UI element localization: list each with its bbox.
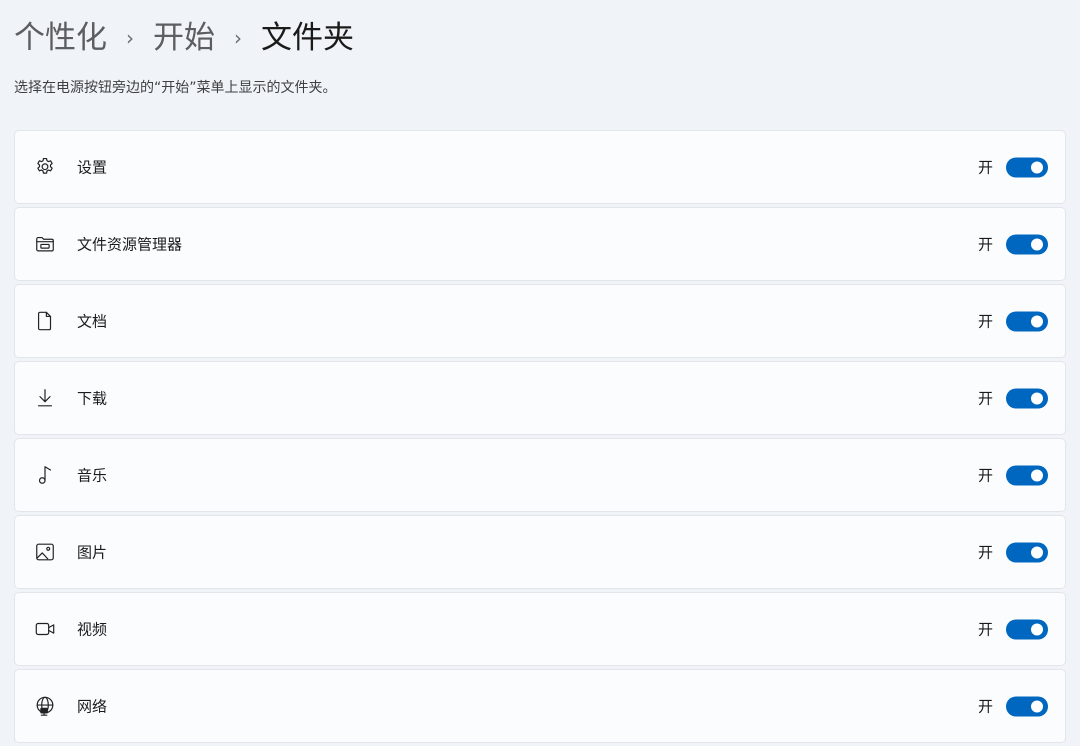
toggle-knob <box>1031 392 1043 404</box>
folder-label-downloads: 下载 <box>77 389 108 408</box>
toggle-knob <box>1031 161 1043 173</box>
folder-row-downloads: 下载 开 <box>14 361 1066 435</box>
toggle-state-label: 开 <box>977 389 993 408</box>
breadcrumb-separator-icon: › <box>126 26 134 50</box>
toggle-music[interactable] <box>1006 465 1048 485</box>
toggle-group-network: 开 <box>978 696 1048 717</box>
folder-row-documents: 文档 开 <box>14 284 1066 358</box>
gear-icon <box>33 155 57 179</box>
toggle-state-label: 开 <box>977 697 993 716</box>
toggle-knob <box>1031 623 1043 635</box>
toggle-knob <box>1031 700 1043 712</box>
toggle-documents[interactable] <box>1006 311 1048 331</box>
toggle-knob <box>1031 546 1043 558</box>
toggle-network[interactable] <box>1006 696 1048 716</box>
breadcrumb: 个性化 › 开始 › 文件夹 <box>14 16 354 60</box>
folder-label-network: 网络 <box>77 697 108 716</box>
folder-row-file-explorer: 文件资源管理器 开 <box>14 207 1066 281</box>
toggle-file-explorer[interactable] <box>1006 234 1048 254</box>
page-title: 文件夹 <box>261 20 354 56</box>
toggle-group-music: 开 <box>978 465 1048 486</box>
folder-icon <box>33 232 57 256</box>
toggle-state-label: 开 <box>977 466 993 485</box>
toggle-knob <box>1031 238 1043 250</box>
toggle-group-pictures: 开 <box>978 542 1048 563</box>
folder-label-documents: 文档 <box>77 312 108 331</box>
download-icon <box>33 386 57 410</box>
toggle-state-label: 开 <box>977 620 993 639</box>
breadcrumb-item-personalization[interactable]: 个性化 <box>14 16 107 60</box>
folder-row-settings: 设置 开 <box>14 130 1066 204</box>
folder-label-pictures: 图片 <box>77 543 108 562</box>
folder-label-music: 音乐 <box>77 466 108 485</box>
toggle-settings[interactable] <box>1006 157 1048 177</box>
breadcrumb-item-start[interactable]: 开始 <box>153 16 215 60</box>
toggle-videos[interactable] <box>1006 619 1048 639</box>
toggle-group-downloads: 开 <box>978 388 1048 409</box>
toggle-knob <box>1031 469 1043 481</box>
toggle-group-file-explorer: 开 <box>978 234 1048 255</box>
folder-row-pictures: 图片 开 <box>14 515 1066 589</box>
toggle-group-documents: 开 <box>978 311 1048 332</box>
toggle-state-label: 开 <box>977 235 993 254</box>
music-icon <box>33 463 57 487</box>
toggle-pictures[interactable] <box>1006 542 1048 562</box>
folder-label-videos: 视频 <box>77 620 108 639</box>
folder-row-network: 网络 开 <box>14 669 1066 743</box>
toggle-state-label: 开 <box>977 312 993 331</box>
folder-row-videos: 视频 开 <box>14 592 1066 666</box>
toggle-state-label: 开 <box>977 158 993 177</box>
toggle-knob <box>1031 315 1043 327</box>
toggle-group-videos: 开 <box>978 619 1048 640</box>
toggle-downloads[interactable] <box>1006 388 1048 408</box>
network-icon <box>33 694 57 718</box>
toggle-group-settings: 开 <box>978 157 1048 178</box>
document-icon <box>33 309 57 333</box>
folder-row-music: 音乐 开 <box>14 438 1066 512</box>
video-icon <box>33 617 57 641</box>
breadcrumb-separator-icon: › <box>234 26 242 50</box>
page-description: 选择在电源按钮旁边的“开始”菜单上显示的文件夹。 <box>14 80 337 96</box>
toggle-state-label: 开 <box>977 543 993 562</box>
folder-list: 设置 开 文件资源管理器 开 文档 开 下载 开 音乐 开 图片 开 视频 开 … <box>14 130 1066 746</box>
folder-label-file-explorer: 文件资源管理器 <box>77 235 183 254</box>
image-icon <box>33 540 57 564</box>
folder-label-settings: 设置 <box>77 158 108 177</box>
